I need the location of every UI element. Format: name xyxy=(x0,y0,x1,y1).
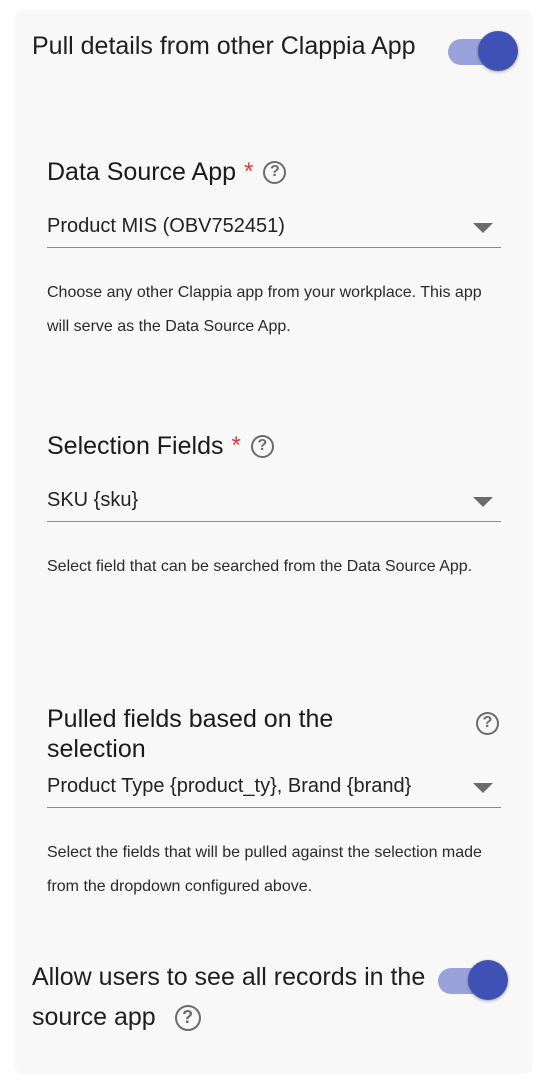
data-source-label-row: Data Source App * xyxy=(47,152,501,192)
selection-fields-label-row: Selection Fields * xyxy=(47,426,501,466)
pull-details-label: Pull details from other Clappia App xyxy=(32,32,416,60)
selection-fields-hint: Select field that can be searched from t… xyxy=(47,558,473,575)
required-marker: * xyxy=(244,158,254,185)
toggle-thumb xyxy=(478,31,518,71)
help-icon[interactable] xyxy=(250,434,274,458)
pulled-fields-select[interactable]: Product Type {product_ty}, Brand {brand} xyxy=(47,764,501,808)
all-records-label-wrap: Allow users to see all records in the so… xyxy=(32,957,432,1037)
data-source-select[interactable]: Product MIS (OBV752451) xyxy=(47,204,501,248)
pulled-fields-label: Pulled fields based on the selection xyxy=(47,705,334,763)
toggle-thumb xyxy=(468,960,508,1000)
all-records-label: Allow users to see all records in the so… xyxy=(32,963,426,1031)
chevron-down-icon[interactable] xyxy=(473,223,493,233)
data-source-section: Data Source App * Product MIS (OBV752451… xyxy=(47,152,501,344)
pulled-fields-section: Pulled fields based on the selection Pro… xyxy=(47,704,501,904)
chevron-down-icon[interactable] xyxy=(473,783,493,793)
data-source-hint: Choose any other Clappia app from your w… xyxy=(47,284,482,335)
help-icon[interactable] xyxy=(263,160,287,184)
all-records-row: Allow users to see all records in the so… xyxy=(32,957,508,1037)
pull-details-toggle[interactable] xyxy=(448,30,518,74)
pull-details-row: Pull details from other Clappia App xyxy=(32,26,518,74)
required-marker: * xyxy=(231,432,241,459)
selection-fields-label: Selection Fields xyxy=(47,431,224,460)
selection-fields-select[interactable]: SKU {sku} xyxy=(47,478,501,522)
pulled-fields-value: Product Type {product_ty}, Brand {brand} xyxy=(47,775,412,797)
pulled-fields-hint: Select the fields that will be pulled ag… xyxy=(47,844,482,895)
chevron-down-icon[interactable] xyxy=(473,497,493,507)
data-source-value: Product MIS (OBV752451) xyxy=(47,215,285,237)
selection-fields-value: SKU {sku} xyxy=(47,489,139,511)
help-icon[interactable] xyxy=(174,1005,201,1032)
all-records-toggle[interactable] xyxy=(438,959,508,1003)
help-icon[interactable] xyxy=(476,712,499,735)
pulled-fields-label-row: Pulled fields based on the selection xyxy=(47,704,501,764)
selection-fields-section: Selection Fields * SKU {sku} Select fiel… xyxy=(47,426,501,584)
data-source-label: Data Source App xyxy=(47,157,237,186)
